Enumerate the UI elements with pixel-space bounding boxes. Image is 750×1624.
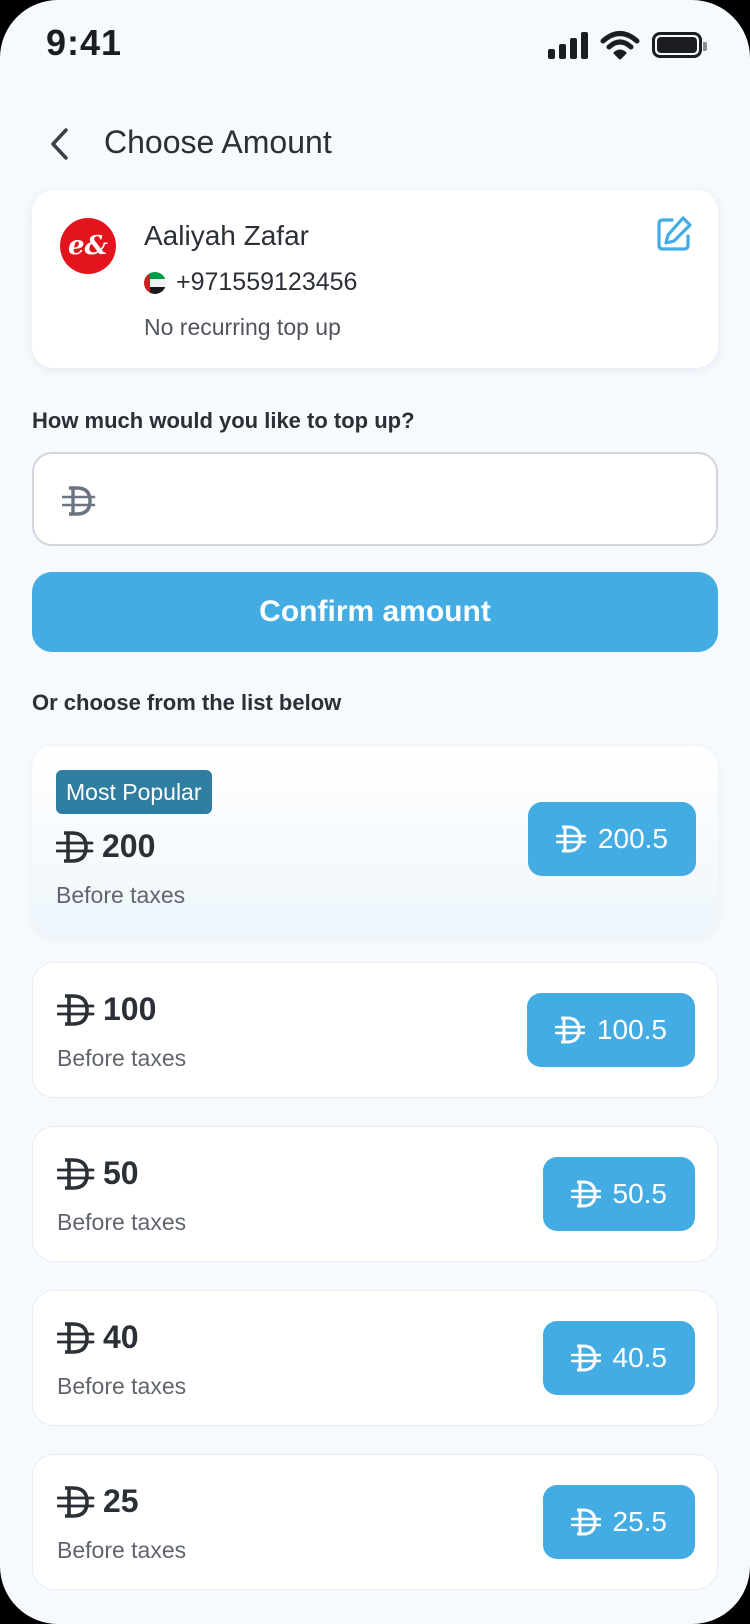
contact-card: e& Aaliyah Zafar +971559123456 No recurr… <box>32 190 718 368</box>
price-value: 40.5 <box>612 1342 668 1373</box>
plan-amount: 25 <box>57 1483 139 1520</box>
list-label: Or choose from the list below <box>32 690 342 715</box>
price-value: 50.5 <box>612 1178 668 1209</box>
plan-amount-value: 25 <box>103 1483 139 1519</box>
edit-button[interactable] <box>654 214 694 254</box>
plan-amount: 40 <box>57 1319 139 1356</box>
price-value: 200.5 <box>597 823 668 854</box>
dirham-icon <box>57 993 95 1026</box>
plan-subtitle: Before taxes <box>57 1373 187 1399</box>
plan-amount-value: 100 <box>103 991 157 1027</box>
plan-amount-value: 50 <box>103 1155 139 1191</box>
price-button[interactable]: 25.5 <box>542 1485 695 1559</box>
plan-subtitle: Before taxes <box>57 1209 187 1235</box>
amount-input-wrap <box>32 452 718 546</box>
dirham-icon <box>57 1157 95 1190</box>
dirham-icon <box>570 1344 601 1372</box>
plan-card[interactable]: 50 Before taxes 50.5 <box>32 1126 718 1262</box>
confirm-amount-button[interactable]: Confirm amount <box>32 572 718 652</box>
price-button[interactable]: 50.5 <box>542 1157 695 1231</box>
dirham-icon <box>570 1508 601 1536</box>
plan-amount-value: 200 <box>102 828 156 864</box>
topup-question: How much would you like to top up? <box>32 408 415 433</box>
amount-input[interactable] <box>112 454 702 544</box>
plan-subtitle: Before taxes <box>57 1537 187 1563</box>
plan-amount: 50 <box>57 1155 139 1192</box>
battery-icon <box>652 32 707 58</box>
contact-phone: +971559123456 <box>176 268 358 296</box>
dirham-icon <box>57 1485 95 1518</box>
signal-icon <box>548 31 588 59</box>
page-title: Choose Amount <box>104 124 332 160</box>
plan-card[interactable]: 100 Before taxes 100.5 <box>32 962 718 1098</box>
status-time: 9:41 <box>46 22 123 63</box>
recurring-status: No recurring top up <box>144 314 341 340</box>
plan-amount-value: 40 <box>103 1319 139 1355</box>
plan-amount: 100 <box>57 991 156 1028</box>
contact-phone-row: +971559123456 <box>144 268 357 297</box>
plan-card[interactable]: Most Popular 200 Before taxes 200.5 <box>32 746 718 936</box>
most-popular-badge: Most Popular <box>56 770 212 814</box>
wifi-icon <box>600 31 640 60</box>
uae-flag-icon <box>144 271 166 294</box>
header: Choose Amount <box>0 110 750 180</box>
plan-card[interactable]: 25 Before taxes 25.5 <box>32 1454 718 1590</box>
dirham-icon <box>555 825 586 853</box>
dirham-icon <box>57 1321 95 1354</box>
price-value: 100.5 <box>596 1014 667 1045</box>
status-icons <box>548 30 707 60</box>
dirham-icon <box>56 830 94 863</box>
dirham-icon <box>554 1016 585 1044</box>
back-button[interactable] <box>38 122 82 166</box>
status-bar: 9:41 <box>0 0 750 96</box>
operator-logo: e& <box>60 218 116 274</box>
dirham-icon <box>62 486 96 516</box>
edit-icon <box>657 216 692 251</box>
plan-amount: 200 <box>56 828 155 865</box>
price-button[interactable]: 40.5 <box>542 1321 695 1395</box>
chevron-left-icon <box>51 128 68 160</box>
price-button[interactable]: 200.5 <box>527 802 696 876</box>
price-value: 25.5 <box>612 1506 668 1537</box>
dirham-icon <box>570 1180 601 1208</box>
contact-name: Aaliyah Zafar <box>144 220 309 251</box>
screen: 9:41 Choose Amount e& Aaliyah Zafar +971… <box>0 0 750 1624</box>
plan-card[interactable]: 40 Before taxes 40.5 <box>32 1290 718 1426</box>
price-button[interactable]: 100.5 <box>526 993 695 1067</box>
plan-subtitle: Before taxes <box>56 882 186 908</box>
plan-subtitle: Before taxes <box>57 1045 187 1071</box>
